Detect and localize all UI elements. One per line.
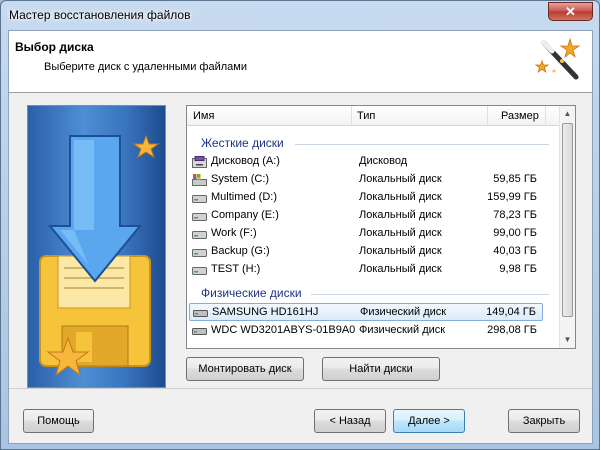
disk-name: Дисковод (A:): [211, 155, 280, 167]
disk-type: Локальный диск: [359, 263, 442, 275]
disk-list[interactable]: Имя Тип Размер Жесткие диски Дисковод (A…: [186, 105, 576, 349]
list-item[interactable]: WDC WD3201ABYS-01B9A0 Физический диск 29…: [189, 322, 543, 340]
list-item[interactable]: Company (E:) Локальный диск 78,23 ГБ: [189, 207, 543, 225]
column-separator: [351, 106, 352, 126]
title-bar[interactable]: Мастер восстановления файлов ✕: [1, 1, 599, 30]
disk-size: 298,08 ГБ: [487, 324, 537, 336]
disk-size: 149,04 ГБ: [486, 306, 536, 318]
group-divider: [295, 144, 549, 145]
disk-name: System (C:): [211, 173, 270, 185]
disk-type: Локальный диск: [359, 245, 442, 257]
column-header-name[interactable]: Имя: [193, 110, 214, 122]
disk-type: Локальный диск: [359, 191, 442, 203]
disk-name: Backup (G:): [211, 245, 270, 257]
hard-drive-icon: [192, 249, 207, 257]
window-close-button[interactable]: ✕: [548, 2, 593, 21]
disk-name: Multimed (D:): [211, 191, 278, 203]
page-subtitle: Выберите диск с удаленными файлами: [44, 61, 247, 73]
floppy-download-illustration: [39, 134, 160, 377]
list-item[interactable]: Work (F:) Локальный диск 99,00 ГБ: [189, 225, 543, 243]
column-separator: [487, 106, 488, 126]
group-header-hard-disks: Жесткие диски: [201, 136, 284, 150]
back-button[interactable]: < Назад: [314, 409, 386, 433]
system-drive-icon: [192, 174, 207, 186]
hard-drive-icon: [192, 231, 207, 239]
vertical-scrollbar[interactable]: ▲ ▼: [559, 106, 575, 348]
disk-size: 159,99 ГБ: [487, 191, 537, 203]
physical-disk-icon: [192, 328, 207, 335]
wizard-banner-image: [27, 105, 166, 388]
disk-name: Company (E:): [211, 209, 279, 221]
disk-size: 59,85 ГБ: [493, 173, 537, 185]
disk-name: Work (F:): [211, 227, 257, 239]
footer-divider: [9, 388, 592, 389]
find-disks-button[interactable]: Найти диски: [322, 357, 440, 381]
wizard-window: Мастер восстановления файлов ✕ Выбор дис…: [0, 0, 600, 450]
column-header-type[interactable]: Тип: [357, 110, 375, 122]
disk-name: WDC WD3201ABYS-01B9A0: [211, 324, 356, 336]
wizard-body: Выбор диска Выберите диск с удаленными ф…: [8, 30, 593, 444]
next-button[interactable]: Далее >: [393, 409, 465, 433]
scroll-down-arrow-icon[interactable]: ▼: [560, 332, 575, 348]
disk-type: Физический диск: [360, 306, 447, 318]
floppy-drive-icon: [192, 156, 207, 168]
wizard-header: Выбор диска Выберите диск с удаленными ф…: [9, 31, 592, 93]
disk-type: Физический диск: [359, 324, 446, 336]
disk-type: Дисковод: [359, 155, 408, 167]
list-item[interactable]: Backup (G:) Локальный диск 40,03 ГБ: [189, 243, 543, 261]
disk-name: SAMSUNG HD161HJ: [212, 306, 319, 318]
disk-size: 99,00 ГБ: [493, 227, 537, 239]
list-item[interactable]: System (C:) Локальный диск 59,85 ГБ: [189, 171, 543, 189]
scrollbar-thumb[interactable]: [562, 123, 573, 317]
help-button[interactable]: Помощь: [23, 409, 94, 433]
physical-disk-icon: [193, 310, 208, 317]
disk-type: Локальный диск: [359, 173, 442, 185]
page-title: Выбор диска: [15, 40, 94, 54]
disk-type: Локальный диск: [359, 227, 442, 239]
column-header-size[interactable]: Размер: [501, 110, 539, 122]
hard-drive-icon: [192, 195, 207, 203]
list-item[interactable]: Multimed (D:) Локальный диск 159,99 ГБ: [189, 189, 543, 207]
column-separator: [545, 106, 546, 126]
disk-size: 40,03 ГБ: [493, 245, 537, 257]
list-item-selected[interactable]: SAMSUNG HD161HJ Физический диск 149,04 Г…: [189, 303, 543, 321]
magic-wand-icon: [534, 37, 581, 80]
group-header-physical-disks: Физические диски: [201, 286, 302, 300]
disk-size: 9,98 ГБ: [499, 263, 537, 275]
close-button[interactable]: Закрыть: [508, 409, 580, 433]
list-header: Имя Тип Размер: [187, 106, 561, 126]
disk-size: 78,23 ГБ: [493, 209, 537, 221]
scroll-up-arrow-icon[interactable]: ▲: [560, 106, 575, 122]
disk-name: TEST (H:): [211, 263, 261, 275]
hard-drive-icon: [192, 267, 207, 275]
disk-type: Локальный диск: [359, 209, 442, 221]
mount-disk-button[interactable]: Монтировать диск: [186, 357, 304, 381]
window-title: Мастер восстановления файлов: [9, 8, 191, 22]
list-item[interactable]: TEST (H:) Локальный диск 9,98 ГБ: [189, 261, 543, 279]
hard-drive-icon: [192, 213, 207, 221]
list-item[interactable]: Дисковод (A:) Дисковод: [189, 153, 543, 171]
group-divider: [311, 294, 549, 295]
